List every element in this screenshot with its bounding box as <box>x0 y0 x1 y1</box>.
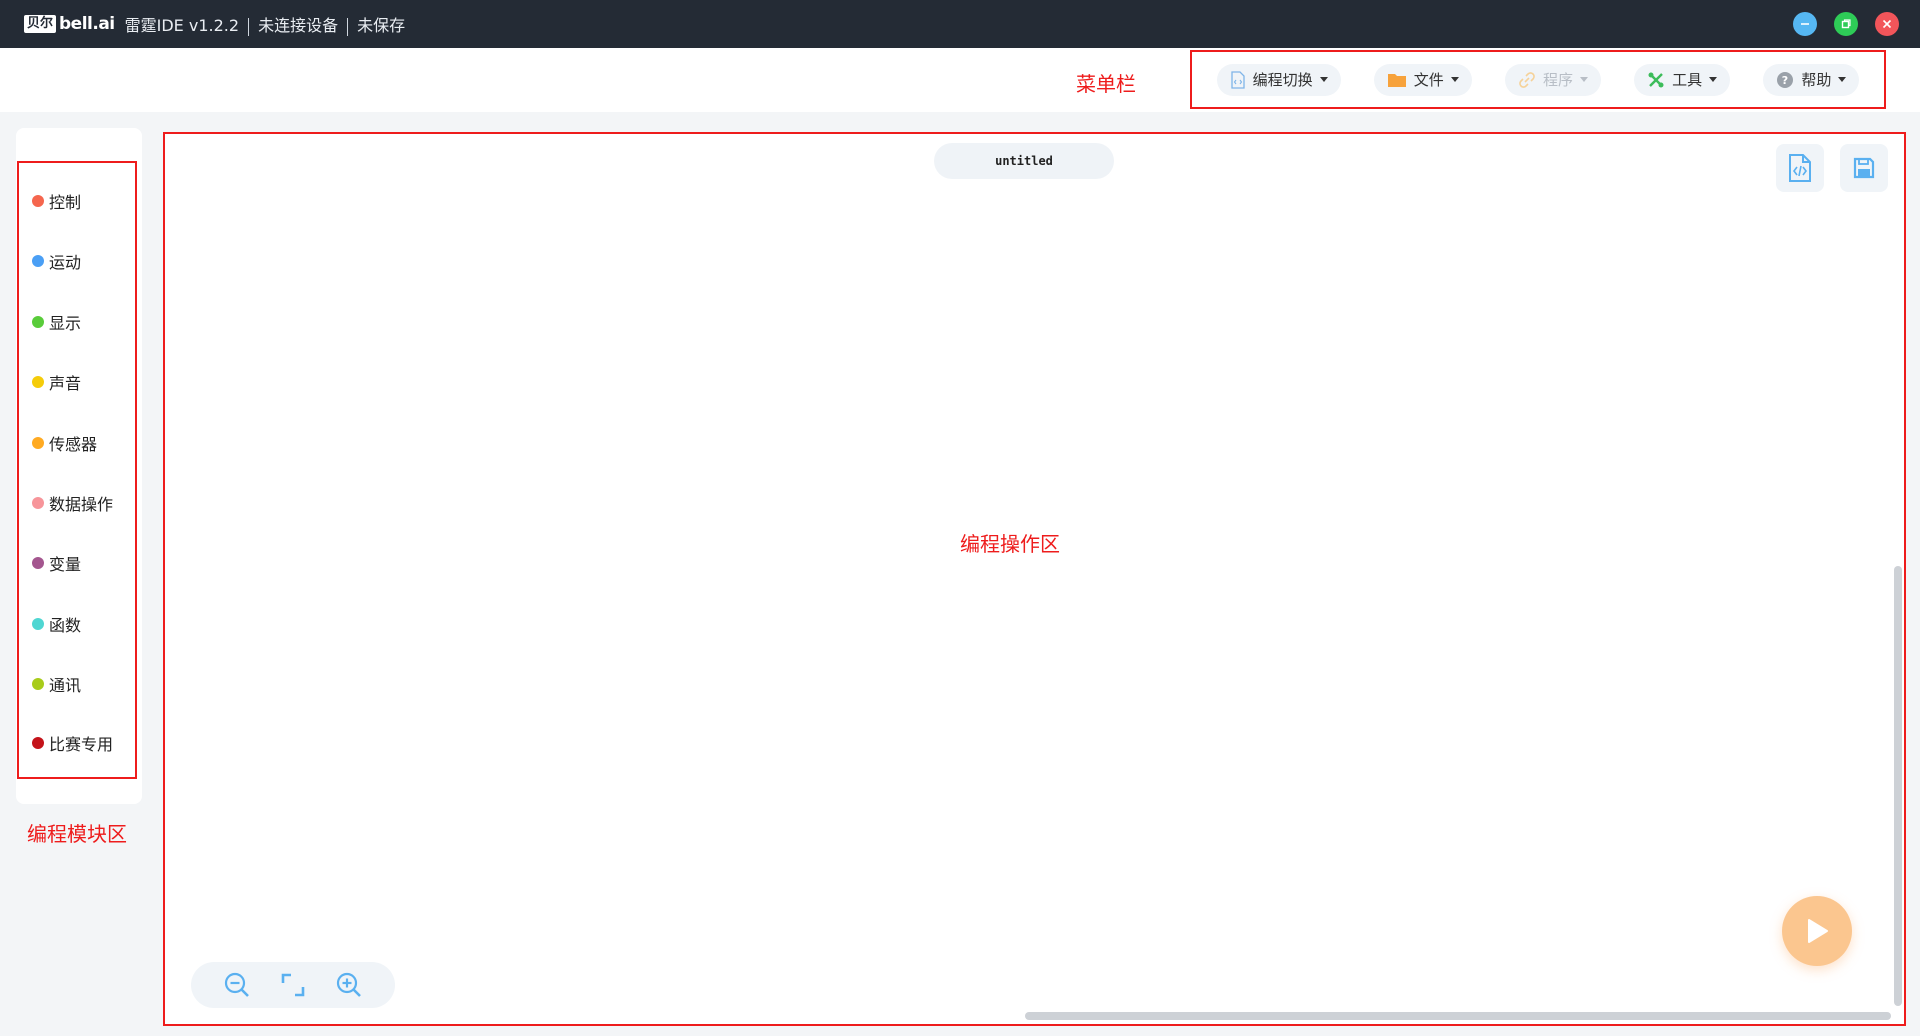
svg-text:?: ? <box>1782 74 1788 87</box>
category-sound[interactable]: 声音 <box>32 370 81 394</box>
minimize-button[interactable] <box>1793 12 1817 36</box>
category-dot <box>32 678 44 690</box>
code-view-button[interactable] <box>1776 144 1824 192</box>
category-label: 变量 <box>49 555 82 574</box>
category-dot <box>32 737 44 749</box>
zoom-out-icon <box>225 972 250 997</box>
reset-zoom-button[interactable] <box>280 972 306 998</box>
category-display[interactable]: 显示 <box>32 310 81 334</box>
category-label: 控制 <box>49 193 82 212</box>
tools-icon <box>1648 72 1664 87</box>
category-communication[interactable]: 通讯 <box>32 672 81 696</box>
save-icon <box>1853 157 1875 179</box>
block-category-list: 控制 运动 显示 声音 传感器 数据操作 变量 函数 通讯 比赛专用 <box>17 161 137 779</box>
menu-file[interactable]: 文件 <box>1373 63 1472 96</box>
category-data-ops[interactable]: 数据操作 <box>32 491 113 515</box>
save-button[interactable] <box>1840 144 1888 192</box>
menu-program[interactable]: 程序 <box>1504 63 1601 96</box>
menu-label: 工具 <box>1672 71 1703 89</box>
brand-logo: 贝尔 bell.ai <box>24 14 115 34</box>
save-status: 未保存 <box>357 16 406 35</box>
category-label: 函数 <box>49 616 82 635</box>
menu-annotation: 菜单栏 <box>1076 72 1136 96</box>
category-label: 运动 <box>49 253 82 272</box>
fit-screen-icon <box>281 973 305 997</box>
vertical-scrollbar[interactable] <box>1894 566 1902 1006</box>
title-divider <box>347 17 349 36</box>
category-variables[interactable]: 变量 <box>32 551 81 575</box>
file-name-tab[interactable]: untitled <box>934 143 1114 179</box>
zoom-out-button[interactable] <box>223 971 251 999</box>
code-file-icon <box>1230 70 1245 89</box>
category-label: 声音 <box>49 374 82 393</box>
close-button[interactable] <box>1875 12 1899 36</box>
zoom-in-icon <box>336 972 361 997</box>
window-title: 雷霆IDE v1.2.2 未连接设备 未保存 <box>125 12 405 36</box>
category-dot <box>32 618 44 630</box>
menu-label: 帮助 <box>1801 71 1832 89</box>
category-dot <box>32 195 44 207</box>
window-controls <box>1793 12 1899 36</box>
connection-status: 未连接设备 <box>258 16 339 35</box>
category-label: 比赛专用 <box>49 735 114 754</box>
chevron-down-icon <box>1579 77 1588 82</box>
category-control[interactable]: 控制 <box>32 189 81 213</box>
chevron-down-icon <box>1838 77 1847 82</box>
brand-badge: 贝尔 <box>24 15 57 33</box>
chevron-down-icon <box>1450 77 1459 82</box>
link-icon <box>1519 71 1535 88</box>
category-label: 显示 <box>49 314 82 333</box>
category-label: 传感器 <box>49 435 98 454</box>
category-dot <box>32 316 44 328</box>
play-icon <box>1808 919 1828 943</box>
category-motion[interactable]: 运动 <box>32 249 81 273</box>
category-dot <box>32 255 44 267</box>
menu-programming-switch[interactable]: 编程切换 <box>1216 63 1341 96</box>
code-view-icon <box>1789 154 1811 182</box>
horizontal-scrollbar[interactable] <box>1025 1012 1891 1020</box>
category-label: 通讯 <box>49 676 82 695</box>
category-competition[interactable]: 比赛专用 <box>32 731 113 755</box>
brand-wordmark: bell.ai <box>59 14 115 34</box>
help-icon: ? <box>1777 71 1794 88</box>
category-sensor[interactable]: 传感器 <box>32 431 97 455</box>
app-name: 雷霆IDE v1.2.2 <box>124 16 240 35</box>
restore-icon <box>1841 19 1851 29</box>
menu-label: 编程切换 <box>1252 71 1313 89</box>
zoom-controls <box>191 962 395 1008</box>
menu-label: 文件 <box>1413 71 1444 89</box>
category-dot <box>32 557 44 569</box>
run-button[interactable] <box>1782 896 1852 966</box>
workspace-annotation: 编程操作区 <box>960 532 1060 556</box>
category-dot <box>32 437 44 449</box>
category-functions[interactable]: 函数 <box>32 612 81 636</box>
menu-bar: 编程切换 文件 程序 工具 ? 帮助 <box>1190 50 1886 109</box>
title-bar: 贝尔 bell.ai 雷霆IDE v1.2.2 未连接设备 未保存 <box>0 0 1920 48</box>
close-icon <box>1882 19 1892 29</box>
category-label: 数据操作 <box>49 495 114 514</box>
category-dot <box>32 376 44 388</box>
chevron-down-icon <box>1319 77 1328 82</box>
minimize-icon <box>1801 23 1809 25</box>
category-dot <box>32 497 44 509</box>
maximize-button[interactable] <box>1834 12 1858 36</box>
menu-tools[interactable]: 工具 <box>1634 63 1731 96</box>
menu-help[interactable]: ? 帮助 <box>1763 63 1860 96</box>
title-divider <box>248 17 250 36</box>
menu-label: 程序 <box>1542 71 1573 89</box>
programming-workspace[interactable] <box>163 132 1906 1026</box>
blocks-annotation: 编程模块区 <box>27 822 127 846</box>
chevron-down-icon <box>1709 77 1718 82</box>
zoom-in-button[interactable] <box>335 971 363 999</box>
folder-icon <box>1387 73 1406 87</box>
